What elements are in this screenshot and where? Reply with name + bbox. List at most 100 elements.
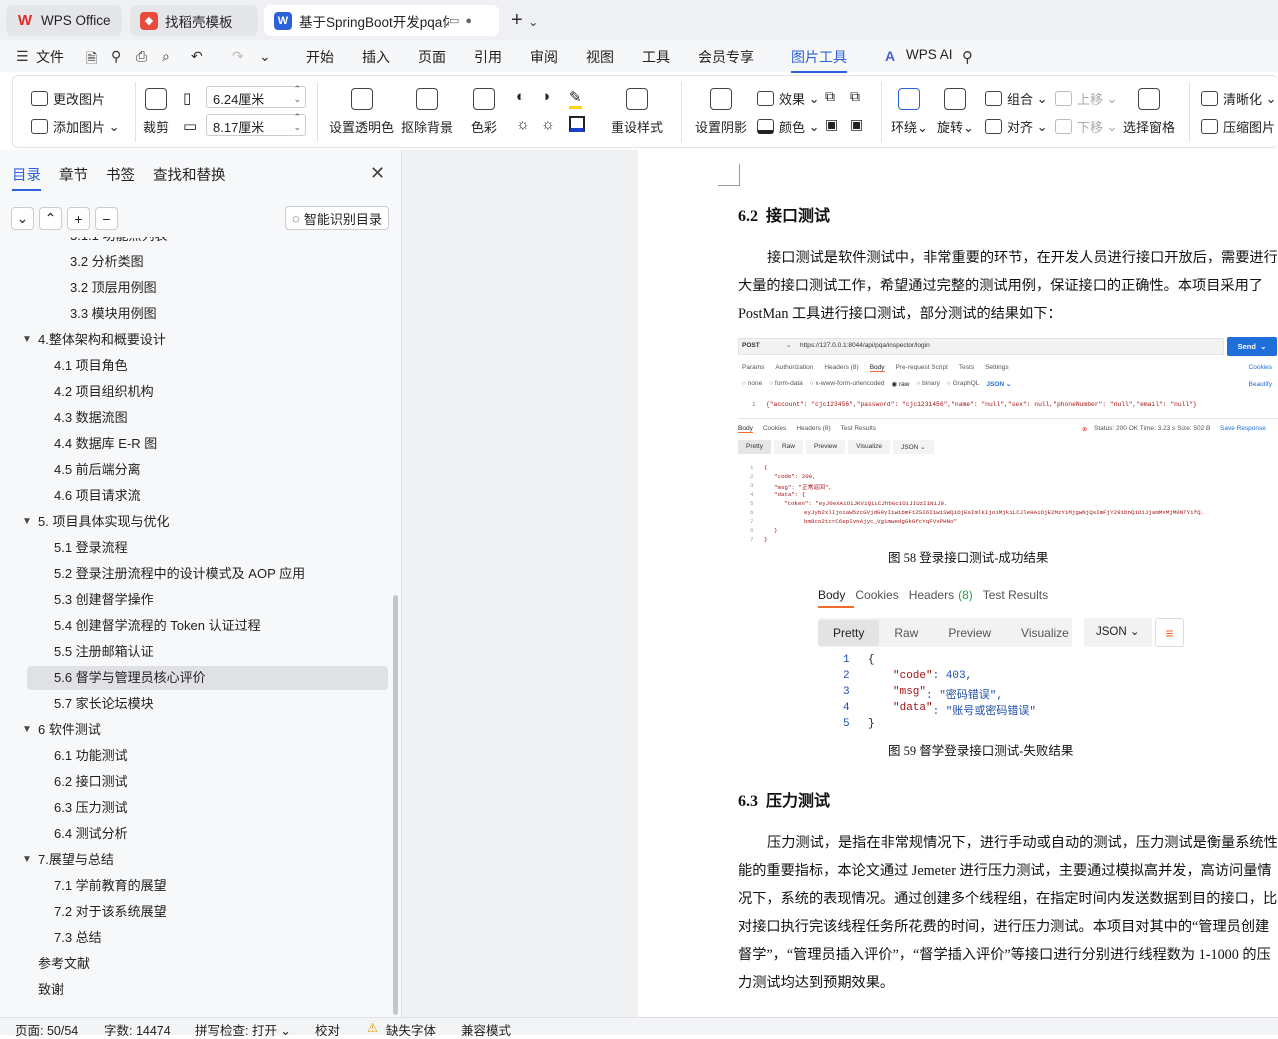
menu-page[interactable]: 页面 <box>418 47 446 67</box>
menu-insert[interactable]: 插入 <box>362 47 390 67</box>
toc-item[interactable]: 7.3 总结 <box>54 926 102 950</box>
toc-item[interactable]: 5.3 创建督学操作 <box>54 588 154 612</box>
tab-chapters[interactable]: 章节 <box>59 164 88 185</box>
figure-58-image[interactable]: POST ⌄ https://127.0.0.1:8044/api/pqa/in… <box>738 336 1278 548</box>
toc-item[interactable]: ▼ 5. 项目具体实现与优化 <box>22 510 169 534</box>
crop-button[interactable]: 裁剪 <box>143 88 169 136</box>
spell-check[interactable]: 拼写检查: 打开 ⌄ <box>195 1020 291 1039</box>
effect-button[interactable]: 效果 ⌄ <box>757 89 820 108</box>
missing-font[interactable]: 缺失字体 <box>386 1020 436 1039</box>
highlight-icon[interactable]: ✎ <box>569 88 582 109</box>
rotate-button[interactable]: 旋转⌄ <box>937 88 974 136</box>
send-backward-icon[interactable]: ⧉ <box>850 88 860 105</box>
remove-background-button[interactable]: 抠除背景 <box>401 88 453 136</box>
selection-pane-button[interactable]: 选择窗格 <box>1123 88 1175 136</box>
menu-review[interactable]: 审阅 <box>530 47 558 67</box>
proofread[interactable]: 校对 <box>315 1020 340 1039</box>
menu-tools[interactable]: 工具 <box>642 47 670 67</box>
toc-item[interactable]: 5.4 创建督学流程的 Token 认证过程 <box>54 614 261 638</box>
link-icon[interactable]: ⚲ <box>111 48 121 65</box>
search-icon[interactable]: ⚲ <box>962 48 973 66</box>
layer-icon[interactable]: ▣ <box>825 116 838 133</box>
expand-caret-icon[interactable]: ▼ <box>22 718 32 742</box>
menu-wps-ai[interactable]: WPS AI <box>906 47 953 62</box>
move-up-button[interactable]: 上移 ⌄ <box>1055 89 1118 108</box>
menu-start[interactable]: 开始 <box>306 47 334 67</box>
layer-alt-icon[interactable]: ▣ <box>850 116 863 133</box>
toc-scrollbar[interactable] <box>393 595 398 1015</box>
add-level-button[interactable]: + <box>67 207 90 230</box>
move-down-button[interactable]: 下移 ⌄ <box>1055 117 1118 136</box>
toc-item[interactable]: 3.1.1 功能点列表 <box>70 237 168 248</box>
set-transparent-button[interactable]: 设置透明色 <box>329 88 394 136</box>
toc-item[interactable]: 5.1 登录流程 <box>54 536 128 560</box>
tab-toc[interactable]: 目录 <box>12 164 41 191</box>
reset-style-button[interactable]: 重设样式 <box>611 88 663 136</box>
toc-item[interactable]: 7.2 对于该系统展望 <box>54 900 167 924</box>
color-button[interactable]: 色彩 <box>471 88 497 136</box>
brightness-icon[interactable]: ◐ <box>516 88 525 105</box>
new-tab-button[interactable]: + ⌄ <box>511 9 538 32</box>
word-count[interactable]: 字数: 14474 <box>104 1020 171 1039</box>
toc-item[interactable]: 6.1 功能测试 <box>54 744 128 768</box>
expand-caret-icon[interactable]: ▼ <box>22 510 32 534</box>
print-preview-icon[interactable]: ⌕ <box>162 48 170 65</box>
expand-caret-icon[interactable]: ▼ <box>22 328 32 352</box>
tab-find-replace[interactable]: 查找和替换 <box>153 164 226 185</box>
sun-dim-icon[interactable]: ☼ <box>541 116 555 133</box>
toc-item[interactable]: 6.2 接口测试 <box>54 770 128 794</box>
toc-item[interactable]: 5.5 注册邮箱认证 <box>54 640 154 664</box>
save-icon[interactable]: 🗎 <box>86 48 97 72</box>
page-count[interactable]: 页面: 50/54 <box>15 1020 78 1039</box>
toc-item[interactable]: ▼ 6 软件测试 <box>22 718 101 742</box>
tab-bookmarks[interactable]: 书签 <box>106 164 135 185</box>
tab-document[interactable]: W 基于SpringBoot开发pqa体系 ▭ ● <box>264 5 499 36</box>
menu-file[interactable]: 文件 <box>36 47 64 67</box>
menu-picture-tools[interactable]: 图片工具 <box>791 47 847 73</box>
close-icon[interactable]: ✕ <box>370 163 385 184</box>
tab-wps-office[interactable]: W WPS Office <box>6 5 122 36</box>
change-picture-button[interactable]: 更改图片 <box>31 89 105 108</box>
fill-color-button[interactable]: 颜色 ⌄ <box>757 117 820 136</box>
collapse-up-button[interactable]: ⌃ <box>39 207 62 230</box>
width-input[interactable]: 6.24厘米 <box>206 84 306 108</box>
toc-item[interactable]: ▼ 4.整体架构和概要设计 <box>22 328 166 352</box>
toc-item[interactable]: 致谢 <box>38 978 64 1002</box>
add-picture-button[interactable]: 添加图片 ⌄ <box>31 117 120 136</box>
toc-item[interactable]: 4.6 项目请求流 <box>54 484 141 508</box>
redo-icon[interactable]: ↷ <box>232 48 244 65</box>
set-shadow-button[interactable]: 设置阴影 <box>695 88 747 136</box>
height-input[interactable]: 8.17厘米 <box>206 112 306 136</box>
toc-item[interactable]: 4.3 数据流图 <box>54 406 128 430</box>
group-button[interactable]: 组合 ⌄ <box>985 89 1048 108</box>
contrast-icon[interactable]: ◑ <box>541 88 550 105</box>
toc-item[interactable]: 3.2 分析类图 <box>70 250 144 274</box>
toc-item[interactable]: 5.7 家长论坛模块 <box>54 692 154 716</box>
toc-item[interactable]: 4.5 前后端分离 <box>54 458 141 482</box>
compress-button[interactable]: 压缩图片 <box>1201 117 1275 136</box>
toc-item[interactable]: 7.1 学前教育的展望 <box>54 874 167 898</box>
figure-59-image[interactable]: Body Cookies Headers (8) Test Results Pretty… <box>818 582 1188 742</box>
toc-item[interactable]: 6.3 压力测试 <box>54 796 128 820</box>
menu-view[interactable]: 视图 <box>586 47 614 67</box>
toc-item[interactable]: ▼ 7.展望与总结 <box>22 848 114 872</box>
tab-template[interactable]: ◆ 找稻壳模板 <box>130 5 258 36</box>
border-color-icon[interactable] <box>569 116 585 132</box>
toc-item[interactable]: 6.4 测试分析 <box>54 822 128 846</box>
wrap-button[interactable]: 环绕⌄ <box>891 88 928 136</box>
print-icon[interactable]: ⎙ <box>136 48 147 65</box>
smart-toc-button[interactable]: ◌ 智能识别目录 <box>285 206 389 230</box>
toc-item[interactable]: 参考文献 <box>38 952 90 976</box>
toc-item[interactable]: 4.4 数据库 E-R 图 <box>54 432 157 456</box>
menu-reference[interactable]: 引用 <box>474 47 502 67</box>
toc-item[interactable]: 3.2 顶层用例图 <box>70 276 157 300</box>
remove-level-button[interactable]: − <box>95 207 118 230</box>
hamburger-icon[interactable]: ☰ <box>16 48 29 65</box>
clarity-button[interactable]: 清晰化 ⌄ <box>1201 89 1277 108</box>
toc-item[interactable]: 5.6 督学与管理员核心评价 <box>54 666 206 690</box>
toc-item[interactable]: 4.2 项目组织机构 <box>54 380 154 404</box>
undo-icon[interactable]: ↶ <box>191 48 203 65</box>
expand-caret-icon[interactable]: ▼ <box>22 848 32 872</box>
align-button[interactable]: 对齐 ⌄ <box>985 117 1048 136</box>
toc-item[interactable]: 4.1 项目角色 <box>54 354 128 378</box>
